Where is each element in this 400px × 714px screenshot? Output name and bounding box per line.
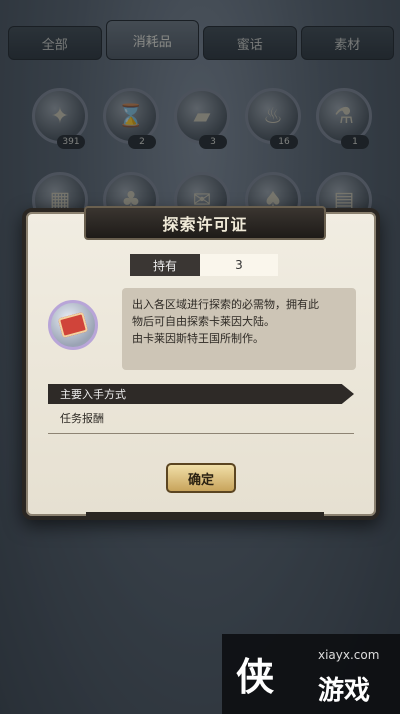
item-detail-dialog: 探索许可证 持有 3 出入各区域进行探索的必需物，拥有此 物后可自由探索卡莱因大… <box>22 206 380 520</box>
watermark: 侠 xiayx.com 游戏 <box>222 634 400 714</box>
dialog-title: 探索许可证 <box>84 206 326 240</box>
hold-value: 3 <box>200 254 278 276</box>
item-description: 出入各区域进行探索的必需物，拥有此 物后可自由探索卡莱因大陆。 由卡莱因斯特王国… <box>122 288 356 370</box>
watermark-site: xiayx.com <box>318 648 380 662</box>
description-line: 出入各区域进行探索的必需物，拥有此 <box>132 298 319 311</box>
description-line: 由卡莱因斯特王国所制作。 <box>132 332 264 345</box>
card-shape <box>57 311 89 339</box>
source-header: 主要入手方式 <box>48 384 354 404</box>
confirm-button[interactable]: 确定 <box>166 463 236 493</box>
dialog-footer-bar <box>86 512 324 520</box>
watermark-name: 游戏 <box>318 676 371 706</box>
license-card-icon <box>48 300 98 350</box>
hold-count-row: 持有 3 <box>130 254 278 276</box>
watermark-logo: 侠 <box>236 655 275 699</box>
divider <box>48 433 354 434</box>
description-line: 物后可自由探索卡莱因大陆。 <box>132 315 275 328</box>
source-text: 任务报酬 <box>60 412 104 425</box>
hold-label: 持有 <box>130 254 200 276</box>
